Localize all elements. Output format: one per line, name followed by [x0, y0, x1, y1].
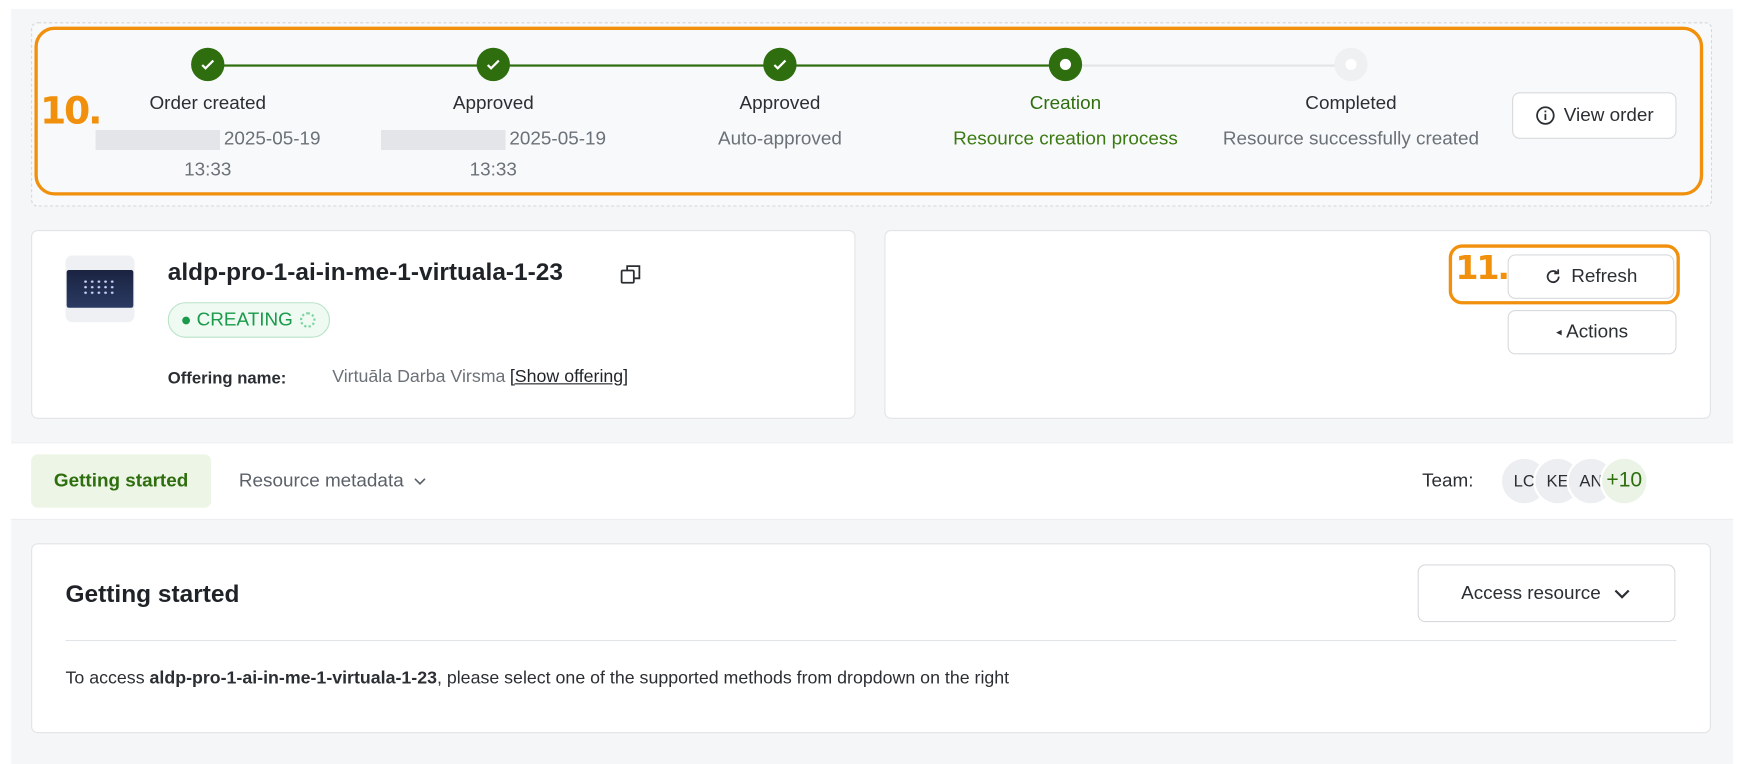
status-dot-icon — [182, 316, 190, 324]
caret-left-icon: ◂ — [1556, 326, 1562, 339]
access-resource-label: Access resource — [1461, 582, 1601, 604]
getting-started-title: Getting started — [65, 579, 240, 608]
resource-name: aldp-pro-1-ai-in-me-1-virtuala-1-23 — [167, 257, 563, 286]
tabs-bar: Getting started Resource metadata Team: … — [11, 442, 1734, 520]
divider — [65, 639, 1677, 642]
resource-thumbnail — [65, 255, 135, 323]
offering-label: Offering name: — [167, 368, 287, 388]
show-offering-link[interactable]: [Show offering] — [510, 368, 628, 387]
chevron-down-icon — [1614, 589, 1630, 599]
actions-button[interactable]: ◂ Actions — [1507, 309, 1677, 355]
getting-started-card: Getting started Access resource To acces… — [31, 543, 1711, 734]
tab-getting-started[interactable]: Getting started — [31, 454, 212, 508]
copy-icon[interactable] — [619, 262, 643, 286]
offering-value: Virtuāla Darba Virsma [Show offering] — [332, 367, 629, 387]
spinner-icon — [299, 312, 316, 328]
resource-card: aldp-pro-1-ai-in-me-1-virtuala-1-23 CREA… — [31, 229, 856, 419]
status-label: CREATING — [196, 308, 293, 330]
annotation-label-refresh: 11. — [1455, 248, 1510, 288]
status-badge: CREATING — [167, 302, 330, 338]
team-label: Team: — [1422, 469, 1474, 492]
tab-resource-metadata[interactable]: Resource metadata — [239, 454, 428, 507]
annotation-label-stepper: 10. — [39, 88, 102, 134]
access-resource-dropdown[interactable]: Access resource — [1417, 564, 1676, 623]
actions-label: Actions — [1566, 321, 1629, 343]
getting-started-text: To access aldp-pro-1-ai-in-me-1-virtuala… — [65, 668, 1010, 688]
chevron-down-icon — [414, 478, 426, 486]
avatar-more-count[interactable]: +10 — [1599, 456, 1649, 506]
annotation-box-stepper — [34, 26, 1704, 196]
